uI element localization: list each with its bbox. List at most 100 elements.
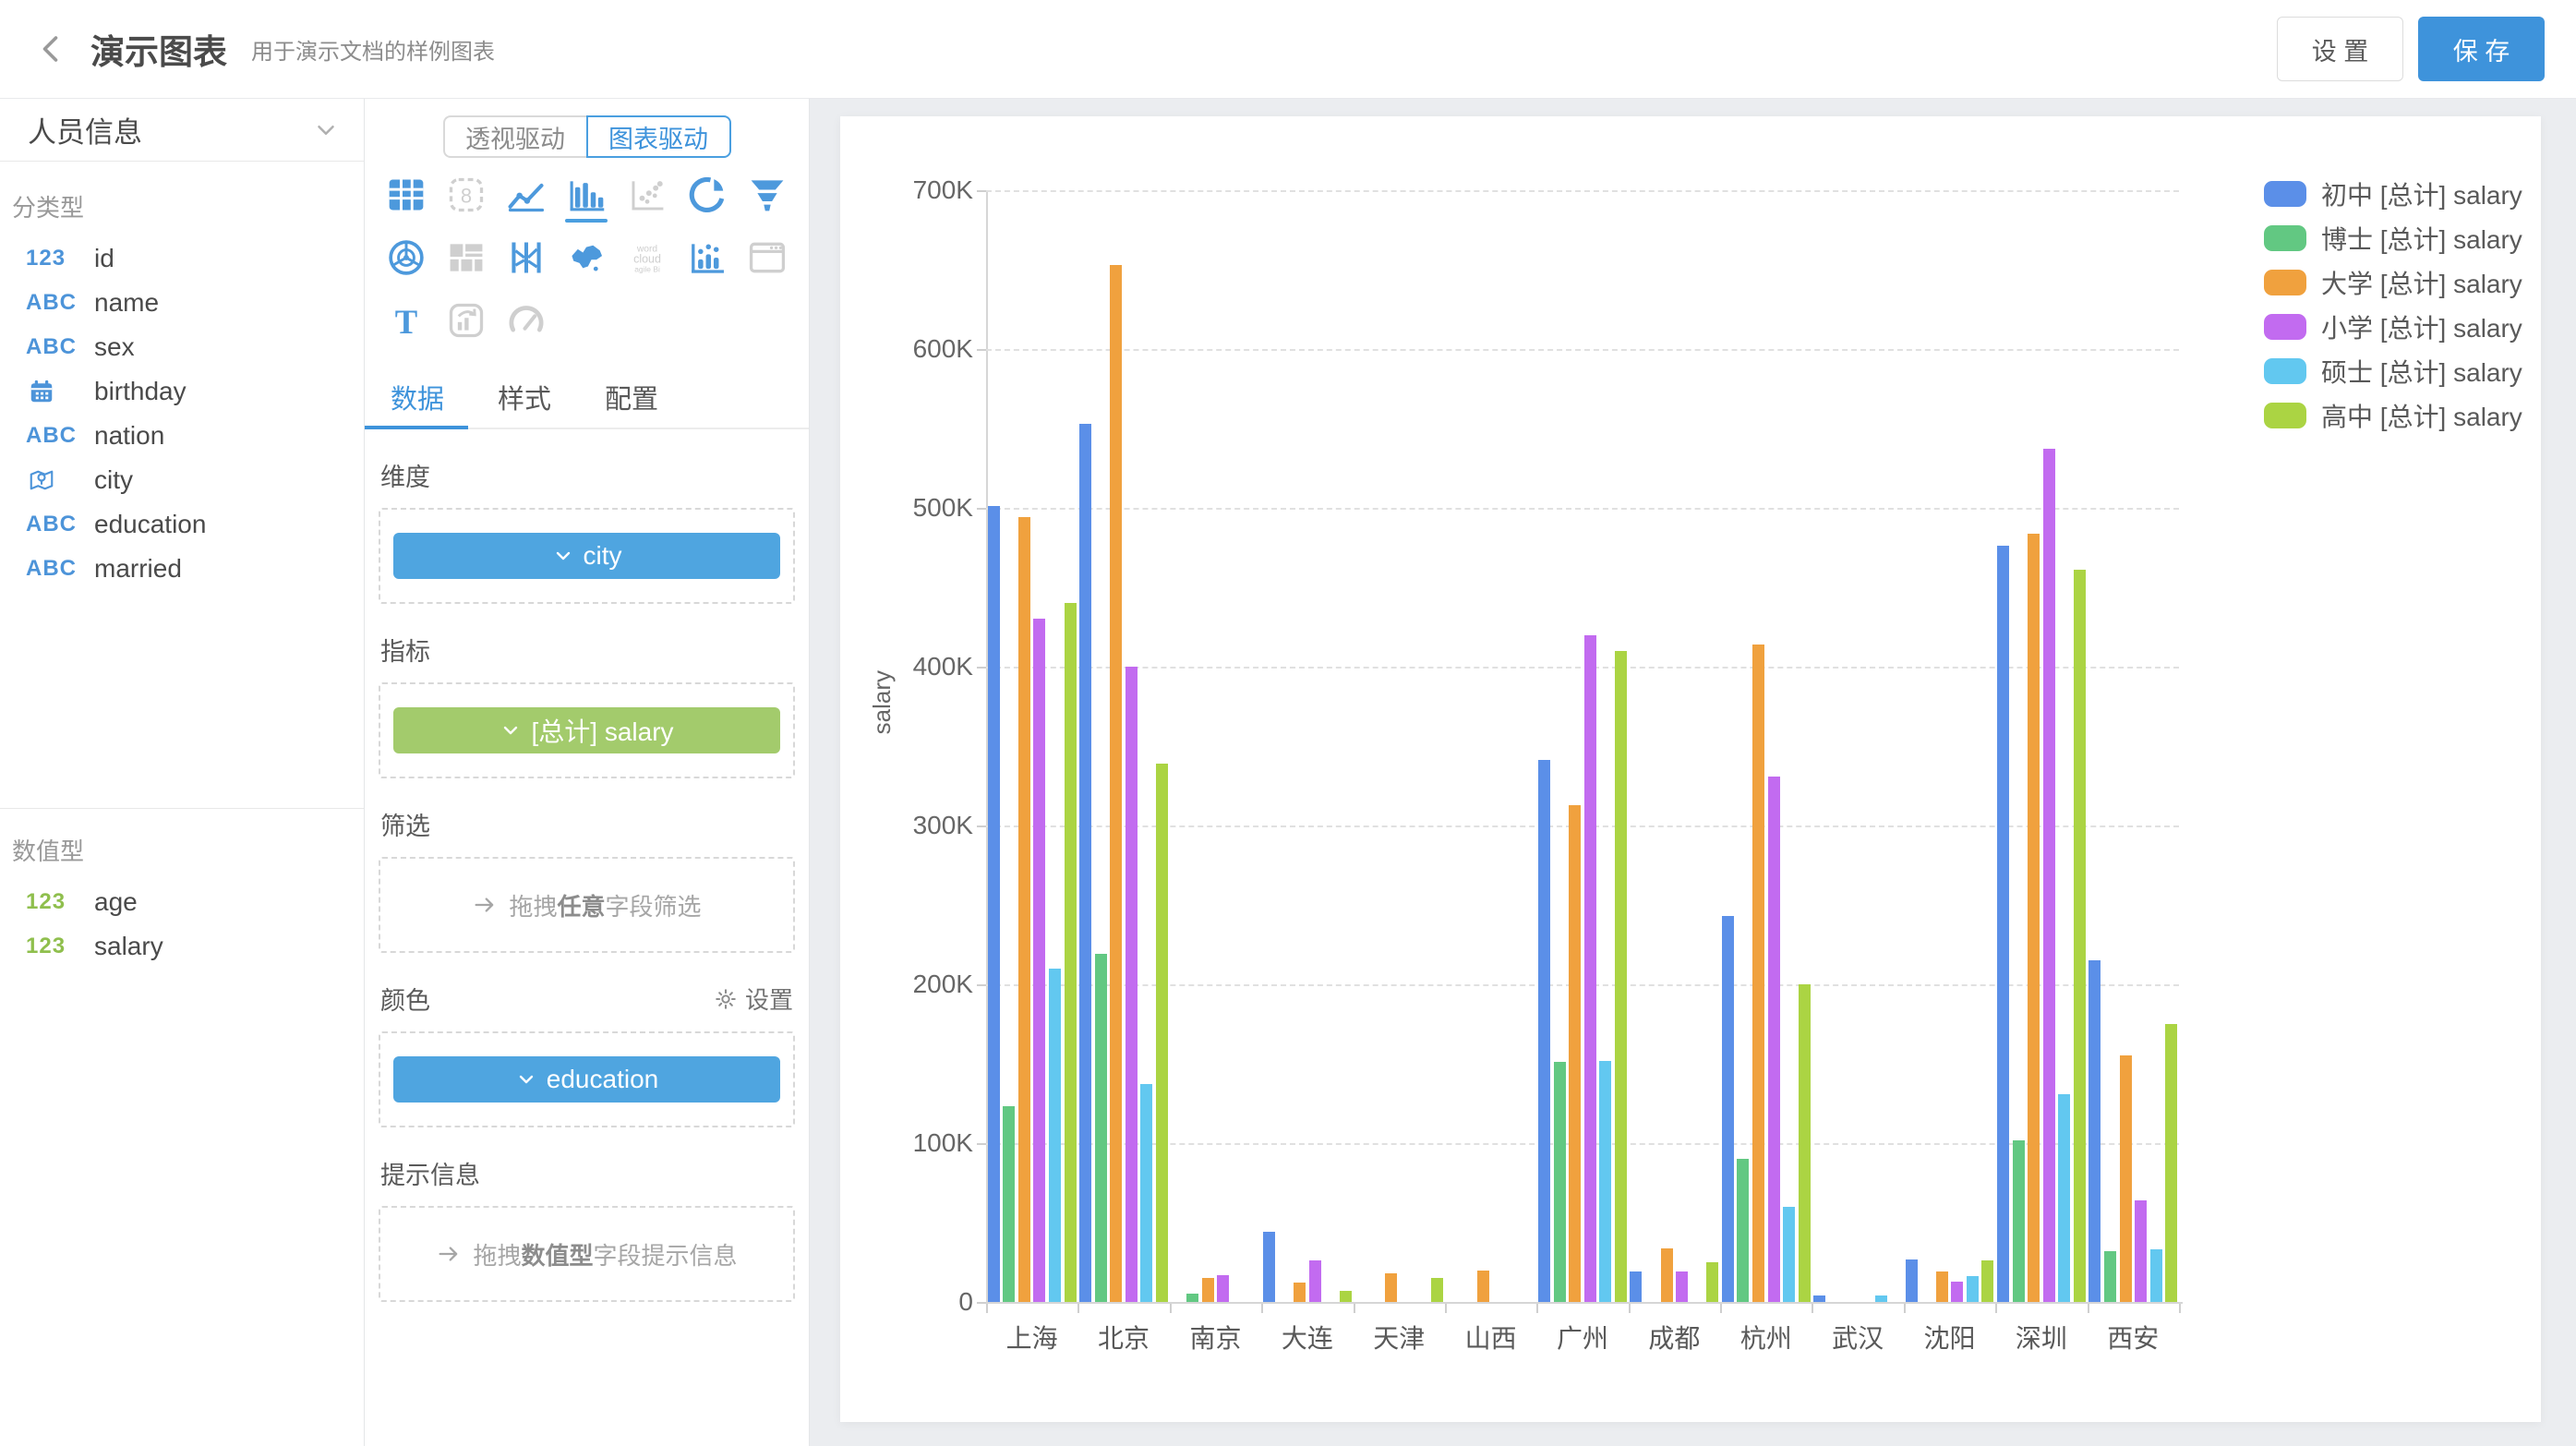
settings-button[interactable]: 设 置 (2277, 17, 2403, 81)
chart-type-bar-chart-icon[interactable] (562, 175, 610, 228)
bar-深圳-博士[interactable] (2013, 1140, 2025, 1302)
bar-大连-高中[interactable] (1340, 1291, 1352, 1302)
chart-type-web-component-icon[interactable] (743, 237, 791, 291)
chart-type-china-map-icon[interactable] (562, 237, 610, 291)
legend-item[interactable]: 硕士 [总计] salary (2264, 349, 2522, 393)
chart-type-table-icon[interactable] (382, 175, 430, 228)
bar-广州-初中[interactable] (1538, 760, 1550, 1302)
bar-武汉-初中[interactable] (1813, 1295, 1825, 1302)
field-item-education[interactable]: ABCeducation (0, 502, 364, 547)
chart-type-indicator-card-icon[interactable]: 8 (442, 175, 490, 228)
save-button[interactable]: 保 存 (2418, 17, 2545, 81)
bar-广州-小学[interactable] (1584, 635, 1596, 1302)
bar-成都-高中[interactable] (1706, 1262, 1718, 1302)
dimension-chip-city[interactable]: city (393, 533, 780, 579)
bar-北京-小学[interactable] (1125, 667, 1138, 1302)
bar-沈阳-高中[interactable] (1981, 1260, 1993, 1302)
chart-type-parallel-chart-icon[interactable] (502, 237, 550, 291)
field-item-birthday[interactable]: birthday (0, 369, 364, 414)
legend-item[interactable]: 小学 [总计] salary (2264, 305, 2522, 349)
tooltip-dropzone[interactable]: 拖拽数值型字段提示信息 (379, 1206, 795, 1302)
bar-西安-硕士[interactable] (2150, 1249, 2162, 1302)
bar-杭州-大学[interactable] (1752, 645, 1764, 1302)
bar-南京-大学[interactable] (1202, 1278, 1214, 1302)
chart-type-funnel-chart-icon[interactable] (743, 175, 791, 228)
chart-type-treemap-icon[interactable] (442, 237, 490, 291)
field-item-age[interactable]: 123age (0, 880, 364, 924)
tab-data[interactable]: 数据 (365, 365, 472, 428)
bar-深圳-高中[interactable] (2074, 570, 2086, 1302)
bar-西安-初中[interactable] (2088, 960, 2101, 1302)
chart-type-word-cloud-icon[interactable]: word cloud agile Bi (623, 237, 671, 291)
chart-type-image-card-icon[interactable] (442, 300, 490, 354)
bar-深圳-初中[interactable] (1997, 546, 2009, 1302)
field-item-sex[interactable]: ABCsex (0, 325, 364, 369)
bar-沈阳-大学[interactable] (1936, 1271, 1948, 1302)
bar-深圳-小学[interactable] (2043, 449, 2055, 1302)
bar-成都-小学[interactable] (1676, 1271, 1688, 1302)
field-item-nation[interactable]: ABCnation (0, 414, 364, 458)
chart-type-text-chart-icon[interactable]: T (382, 300, 430, 354)
chart-type-scatter-chart-icon[interactable] (623, 175, 671, 228)
tab-pivot-driven[interactable]: 透视驱动 (443, 115, 586, 158)
chart-type-line-chart-icon[interactable] (502, 175, 550, 228)
bar-广州-高中[interactable] (1615, 651, 1627, 1302)
bar-杭州-硕士[interactable] (1783, 1207, 1795, 1302)
bar-沈阳-初中[interactable] (1906, 1259, 1918, 1302)
bar-大连-小学[interactable] (1309, 1260, 1321, 1302)
bar-西安-高中[interactable] (2165, 1024, 2177, 1302)
bar-上海-硕士[interactable] (1049, 969, 1061, 1302)
bar-深圳-大学[interactable] (2028, 534, 2040, 1302)
bar-北京-高中[interactable] (1156, 764, 1168, 1302)
dimension-dropzone[interactable]: city (379, 508, 795, 604)
bar-杭州-博士[interactable] (1737, 1159, 1749, 1302)
bar-西安-博士[interactable] (2104, 1251, 2116, 1302)
bar-南京-小学[interactable] (1217, 1275, 1229, 1302)
bar-北京-大学[interactable] (1110, 265, 1122, 1302)
bar-天津-大学[interactable] (1385, 1273, 1397, 1302)
color-dropzone[interactable]: education (379, 1031, 795, 1127)
legend-item[interactable]: 高中 [总计] salary (2264, 393, 2522, 438)
dataset-selector[interactable]: 人员信息 (0, 99, 364, 162)
bar-武汉-硕士[interactable] (1875, 1295, 1887, 1302)
bar-上海-小学[interactable] (1033, 619, 1045, 1302)
bar-大连-初中[interactable] (1263, 1232, 1275, 1302)
legend-item[interactable]: 博士 [总计] salary (2264, 216, 2522, 260)
measure-dropzone[interactable]: [总计] salary (379, 682, 795, 778)
bar-深圳-硕士[interactable] (2058, 1094, 2070, 1302)
bar-上海-博士[interactable] (1003, 1106, 1015, 1302)
measure-chip-salary[interactable]: [总计] salary (393, 707, 780, 753)
bar-杭州-高中[interactable] (1799, 984, 1811, 1302)
filter-dropzone[interactable]: 拖拽任意字段筛选 (379, 857, 795, 953)
back-button[interactable] (31, 29, 72, 69)
tab-settings[interactable]: 配置 (579, 365, 686, 428)
field-item-id[interactable]: 123id (0, 236, 364, 281)
chart-type-radar-chart-icon[interactable] (382, 237, 430, 291)
bar-南京-博士[interactable] (1186, 1294, 1198, 1302)
field-item-city[interactable]: city (0, 458, 364, 502)
field-item-married[interactable]: ABCmarried (0, 547, 364, 591)
bar-山西-大学[interactable] (1477, 1271, 1489, 1302)
bar-西安-大学[interactable] (2120, 1055, 2132, 1302)
bar-沈阳-小学[interactable] (1951, 1282, 1963, 1302)
field-item-name[interactable]: ABCname (0, 281, 364, 325)
bar-上海-高中[interactable] (1065, 603, 1077, 1302)
bar-成都-初中[interactable] (1630, 1271, 1642, 1302)
bar-沈阳-硕士[interactable] (1967, 1276, 1979, 1302)
legend-item[interactable]: 初中 [总计] salary (2264, 172, 2522, 216)
legend-item[interactable]: 大学 [总计] salary (2264, 260, 2522, 305)
bar-北京-初中[interactable] (1079, 424, 1091, 1302)
bar-天津-高中[interactable] (1431, 1278, 1443, 1302)
bar-杭州-小学[interactable] (1768, 777, 1780, 1302)
bar-广州-硕士[interactable] (1599, 1061, 1611, 1302)
bar-上海-大学[interactable] (1018, 517, 1030, 1302)
bar-西安-小学[interactable] (2135, 1200, 2147, 1302)
chart-type-combo-chart-icon[interactable] (683, 237, 731, 291)
color-chip-education[interactable]: education (393, 1056, 780, 1103)
bar-北京-硕士[interactable] (1140, 1084, 1152, 1302)
bar-广州-博士[interactable] (1554, 1062, 1566, 1302)
tab-style[interactable]: 样式 (472, 365, 579, 428)
chart-type-pie-chart-icon[interactable] (683, 175, 731, 228)
color-settings-link[interactable]: 设置 (714, 982, 793, 1016)
bar-成都-大学[interactable] (1661, 1248, 1673, 1302)
